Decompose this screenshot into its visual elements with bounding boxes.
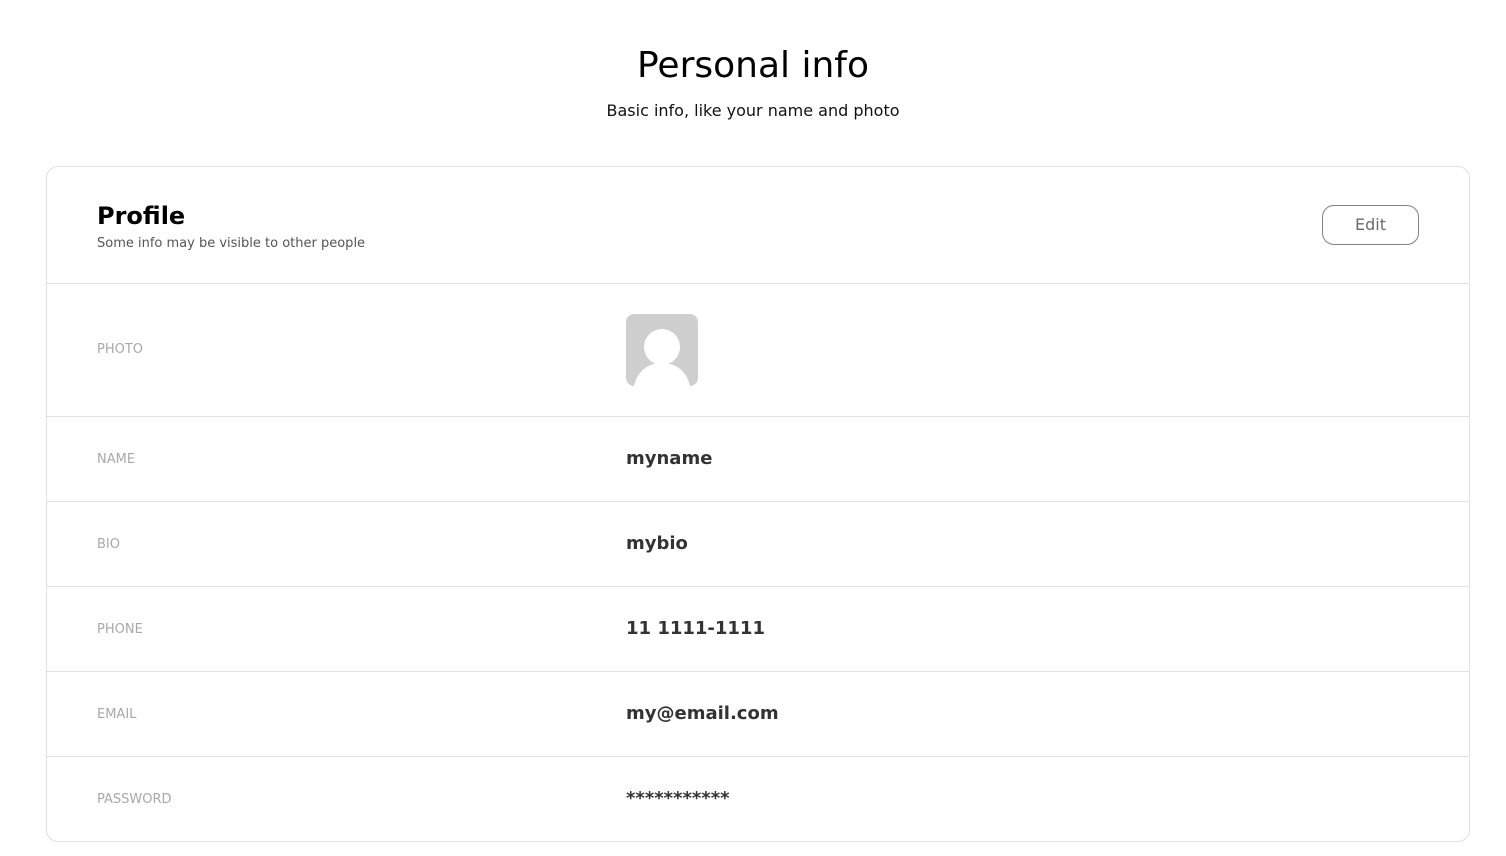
phone-value: 11 1111-1111: [626, 618, 765, 639]
page-title: Personal info: [637, 45, 869, 86]
email-row: EMAIL my@email.com: [47, 672, 1469, 757]
profile-title: Profile: [97, 202, 186, 230]
name-value: myname: [626, 448, 713, 469]
profile-card-header: Profile Some info may be visible to othe…: [47, 167, 1469, 284]
phone-label: PHONE: [97, 622, 143, 637]
password-value: ***********: [626, 788, 730, 809]
profile-subtitle: Some info may be visible to other people: [97, 236, 366, 251]
name-row: NAME myname: [47, 417, 1469, 502]
email-label: EMAIL: [97, 707, 137, 722]
email-value: my@email.com: [626, 703, 779, 724]
bio-label: BIO: [97, 537, 120, 552]
profile-card: Profile Some info may be visible to othe…: [46, 166, 1470, 842]
bio-value: mybio: [626, 533, 688, 554]
phone-row: PHONE 11 1111-1111: [47, 587, 1469, 672]
password-label: PASSWORD: [97, 792, 172, 807]
photo-label: PHOTO: [97, 342, 144, 357]
page-subtitle: Basic info, like your name and photo: [606, 101, 900, 120]
user-silhouette-icon[interactable]: [626, 314, 698, 386]
password-row: PASSWORD ***********: [47, 757, 1469, 841]
bio-row: BIO mybio: [47, 502, 1469, 587]
photo-row: PHOTO: [47, 284, 1469, 417]
edit-button[interactable]: Edit: [1322, 205, 1419, 245]
name-label: NAME: [97, 452, 136, 467]
